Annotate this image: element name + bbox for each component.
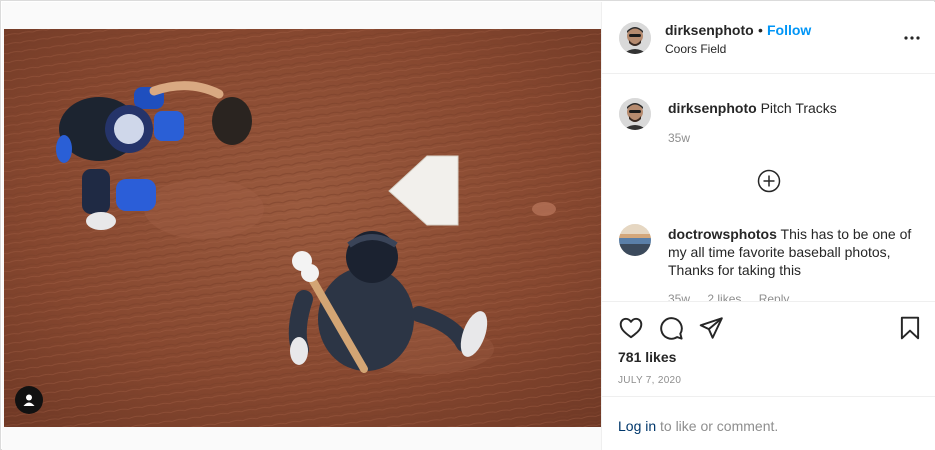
tagged-users-button[interactable] [15, 386, 43, 414]
login-prompt: Log in to like or comment. [602, 396, 935, 450]
post-photo[interactable] [4, 29, 601, 427]
post-date: JULY 7, 2020 [618, 375, 682, 386]
more-options-button[interactable] [902, 28, 922, 48]
comment-username[interactable]: doctrowsphotos [668, 226, 777, 242]
comments-list[interactable]: dirksenphoto Pitch Tracks 35w doctrowsph… [602, 74, 935, 301]
comment-likes[interactable]: 2 likes [707, 292, 741, 301]
profile-photo-icon [619, 98, 651, 130]
post-location[interactable]: Coors Field [665, 42, 726, 56]
comment-username[interactable]: dirksenphoto [668, 100, 757, 116]
separator-dot: • [758, 22, 763, 38]
comment-text: Pitch Tracks [760, 100, 837, 116]
avatar[interactable] [619, 22, 651, 54]
profile-photo-icon [619, 224, 651, 256]
comment-age[interactable]: 35w [668, 131, 690, 145]
share-icon [699, 317, 723, 339]
action-bar: 781 likes JULY 7, 2020 [602, 301, 935, 396]
avatar[interactable] [619, 224, 651, 256]
baseball-photo-illustration [4, 29, 601, 427]
like-button[interactable] [618, 315, 644, 341]
more-horizontal-icon [904, 36, 920, 40]
share-button[interactable] [698, 315, 724, 341]
post-author-username[interactable]: dirksenphoto [665, 22, 754, 38]
comment-age[interactable]: 35w [668, 292, 690, 301]
comment-icon [660, 317, 683, 340]
person-icon [23, 394, 35, 406]
caption: dirksenphoto Pitch Tracks [668, 99, 923, 117]
save-button[interactable] [897, 315, 923, 341]
plus-circle-icon [757, 169, 781, 193]
comment-meta: 35w 2 likes Reply [668, 292, 789, 301]
follow-button[interactable]: Follow [767, 22, 811, 38]
like-count[interactable]: 781 likes [618, 349, 676, 365]
post-modal: dirksenphoto • Follow Coors Field dirkse… [0, 0, 935, 450]
post-details-panel: dirksenphoto • Follow Coors Field dirkse… [601, 2, 935, 450]
heart-icon [619, 317, 643, 339]
load-more-comments-button[interactable] [757, 169, 781, 193]
media-area [2, 2, 601, 450]
comment: doctrowsphotos This has to be one of my … [668, 225, 923, 279]
reply-button[interactable]: Reply [759, 292, 790, 301]
login-prompt-text: to like or comment. [660, 418, 779, 434]
profile-photo-icon [619, 22, 651, 54]
login-link[interactable]: Log in [618, 418, 656, 434]
avatar[interactable] [619, 98, 651, 130]
bookmark-icon [900, 316, 920, 340]
comment-button[interactable] [658, 315, 684, 341]
post-header: dirksenphoto • Follow Coors Field [602, 2, 935, 74]
